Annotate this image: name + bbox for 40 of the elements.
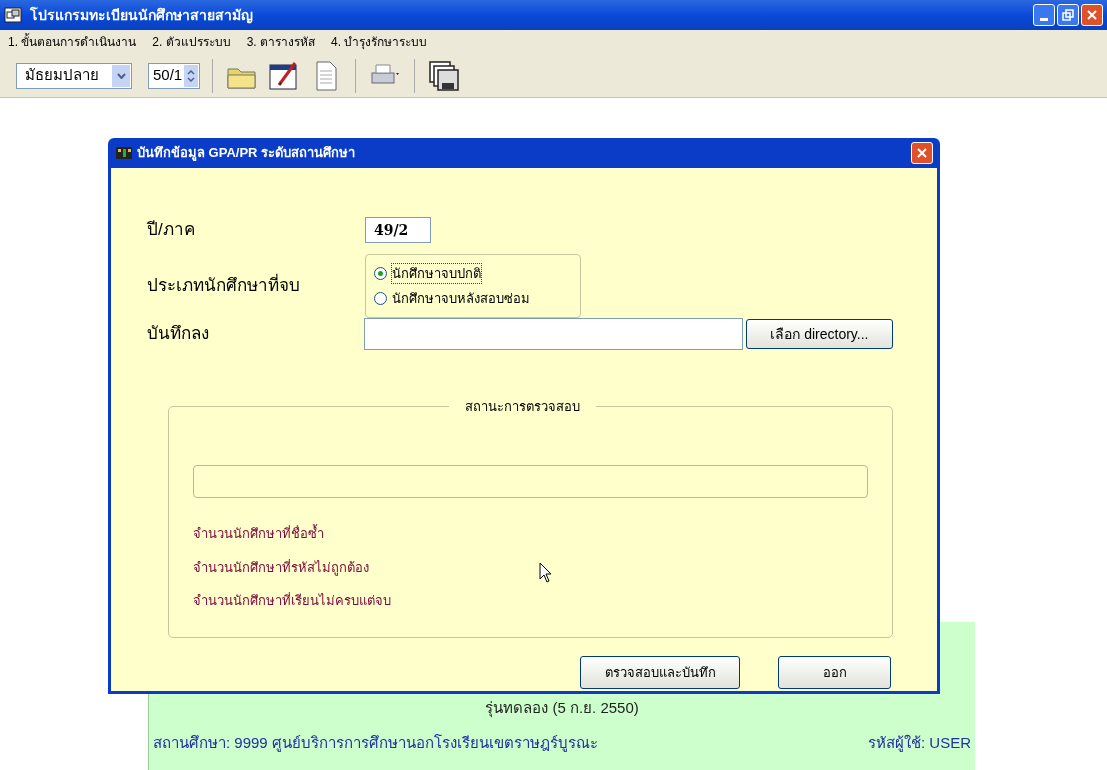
year-term-label: ปี/ภาค <box>147 219 196 242</box>
restore-button[interactable] <box>1057 4 1079 26</box>
close-button[interactable] <box>911 142 933 164</box>
radio-button[interactable] <box>374 266 387 280</box>
year-term-field[interactable]: 49/2 <box>365 217 431 243</box>
mouse-pointer-icon <box>539 562 553 584</box>
window-icon <box>4 7 22 23</box>
exit-button[interactable]: ออก <box>778 656 891 689</box>
menu-item[interactable]: 3. ตารางรหัส <box>246 33 316 51</box>
check-save-button[interactable]: ตรวจสอบและบันทึก <box>580 656 740 689</box>
spinner-arrows-icon <box>187 68 195 83</box>
menu-item[interactable]: 4. บำรุงรักษาระบบ <box>331 33 428 51</box>
save-disks-icon[interactable] <box>427 58 461 93</box>
menu-item[interactable]: 1. ขั้นตอนการดำเนินงาน <box>8 33 137 51</box>
menu-item[interactable]: 2. ตัวแปรระบบ <box>152 33 231 51</box>
film-icon <box>115 145 133 161</box>
minimize-icon <box>1040 17 1048 21</box>
count-label: จำนวนนักศึกษาที่เรียนไม่ครบแต่จบ <box>193 591 391 610</box>
window-title: โปรแกรมทะเบียนนักศึกษาสายสามัญ <box>30 5 253 26</box>
minimize-button[interactable] <box>1033 4 1055 26</box>
class-spinner[interactable]: 50/1 <box>148 62 200 89</box>
radio-label[interactable]: นักศึกษาจบหลังสอบซ่อม <box>391 288 531 310</box>
restore-icon <box>1062 9 1074 21</box>
close-icon <box>916 147 928 159</box>
institution-text: สถานศึกษา: 9999 ศูนย์บริการการศึกษานอกโรงเรียนเขตราษฎร์บูรณะ <box>153 732 598 754</box>
count-label: จำนวนนักศึกษาที่ชื่อซ้ำ <box>193 524 324 543</box>
save-to-label: บันทึกลง <box>147 323 210 346</box>
choose-directory-button[interactable]: เลือก directory... <box>745 319 893 349</box>
radio-label[interactable]: นักศึกษาจบปกติ <box>391 262 482 284</box>
close-icon <box>1086 9 1098 21</box>
level-select[interactable]: มัธยมปลาย <box>16 62 132 89</box>
radio-button[interactable] <box>374 292 387 306</box>
close-button[interactable] <box>1081 4 1103 26</box>
caret-icon <box>116 72 126 79</box>
dialog-title: บันทึกข้อมูล GPA/PR ระดับสถานศึกษา <box>137 144 356 163</box>
save-path-field[interactable] <box>363 318 743 350</box>
user-text: รหัสผู้ใช้: USER <box>868 732 971 754</box>
graduate-type-label: ประเภทนักศึกษาที่จบ <box>147 273 365 299</box>
count-label: จำนวนนักศึกษาที่รหัสไม่ถูกต้อง <box>193 558 369 577</box>
version-text: รุ่นทดลอง (5 ก.ย. 2550) <box>485 698 639 720</box>
